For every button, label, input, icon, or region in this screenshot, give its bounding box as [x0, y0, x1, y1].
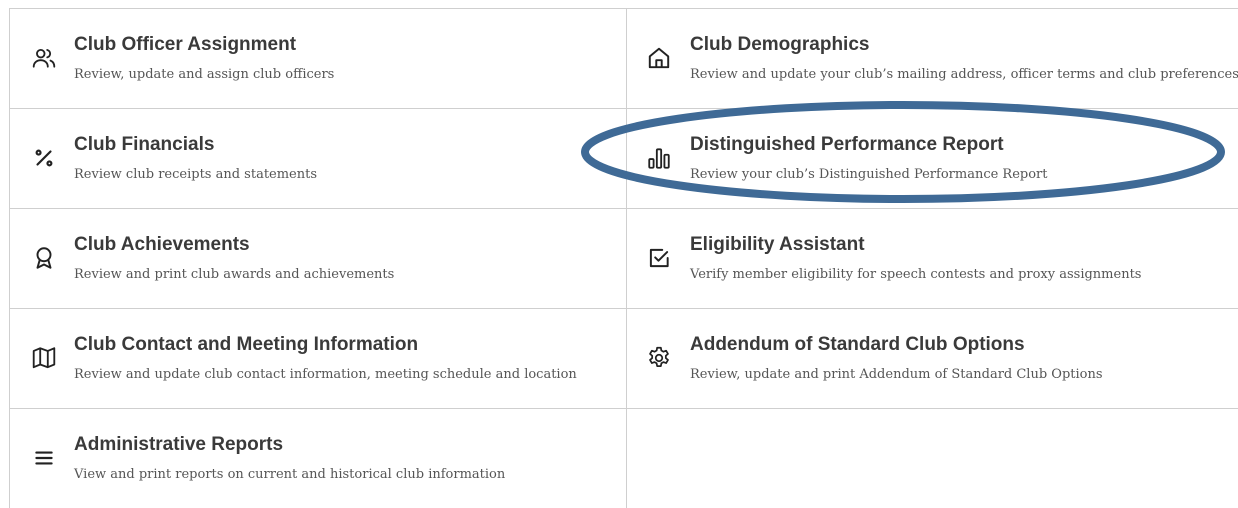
- tile-title[interactable]: Club Officer Assignment: [74, 34, 296, 56]
- bar-chart-icon: [646, 145, 672, 171]
- tile-description: Review, update and assign club officers: [74, 67, 335, 82]
- tile-row: Club Achievements Review and print club …: [9, 208, 1238, 308]
- map-icon: [31, 345, 57, 371]
- tile-addendum-standard-club-options[interactable]: Addendum of Standard Club Options Review…: [627, 309, 1238, 408]
- tile-title[interactable]: Club Contact and Meeting Information: [74, 334, 418, 356]
- menu-icon: [31, 445, 57, 471]
- tile-title[interactable]: Distinguished Performance Report: [690, 134, 1004, 156]
- tile-eligibility-assistant[interactable]: Eligibility Assistant Verify member elig…: [627, 209, 1238, 308]
- tile-description: Review and update club contact informati…: [74, 367, 577, 382]
- checkbox-icon: [646, 245, 672, 271]
- tile-description: Verify member eligibility for speech con…: [690, 267, 1142, 282]
- percent-icon: [31, 145, 57, 171]
- club-tools-grid: Club Officer Assignment Review, update a…: [9, 8, 1238, 508]
- tile-title[interactable]: Club Financials: [74, 134, 214, 156]
- tile-distinguished-performance-report[interactable]: Distinguished Performance Report Review …: [627, 109, 1238, 208]
- tile-title[interactable]: Addendum of Standard Club Options: [690, 334, 1025, 356]
- tile-description: View and print reports on current and hi…: [74, 467, 506, 482]
- tile-club-contact-meeting-info[interactable]: Club Contact and Meeting Information Rev…: [9, 309, 627, 408]
- tile-row: Administrative Reports View and print re…: [9, 408, 1238, 508]
- gear-icon: [646, 345, 672, 371]
- tile-description: Review your club’s Distinguished Perform…: [690, 167, 1048, 182]
- tile-description: Review and print club awards and achieve…: [74, 267, 395, 282]
- users-icon: [31, 45, 57, 71]
- tile-title[interactable]: Club Achievements: [74, 234, 250, 256]
- tile-title[interactable]: Administrative Reports: [74, 434, 283, 456]
- tile-row: Club Contact and Meeting Information Rev…: [9, 308, 1238, 408]
- home-icon: [646, 45, 672, 71]
- tile-description: Review and update your club’s mailing ad…: [690, 67, 1238, 82]
- tile-club-officer-assignment[interactable]: Club Officer Assignment Review, update a…: [9, 9, 627, 108]
- tile-row: Club Officer Assignment Review, update a…: [9, 8, 1238, 108]
- tile-club-demographics[interactable]: Club Demographics Review and update your…: [627, 9, 1238, 108]
- tile-club-financials[interactable]: Club Financials Review club receipts and…: [9, 109, 627, 208]
- tile-row: Club Financials Review club receipts and…: [9, 108, 1238, 208]
- tile-administrative-reports[interactable]: Administrative Reports View and print re…: [9, 409, 627, 508]
- tile-title[interactable]: Eligibility Assistant: [690, 234, 865, 256]
- tile-club-achievements[interactable]: Club Achievements Review and print club …: [9, 209, 627, 308]
- tile-title[interactable]: Club Demographics: [690, 34, 869, 56]
- award-icon: [31, 245, 57, 271]
- tile-description: Review, update and print Addendum of Sta…: [690, 367, 1103, 382]
- tile-description: Review club receipts and statements: [74, 167, 318, 182]
